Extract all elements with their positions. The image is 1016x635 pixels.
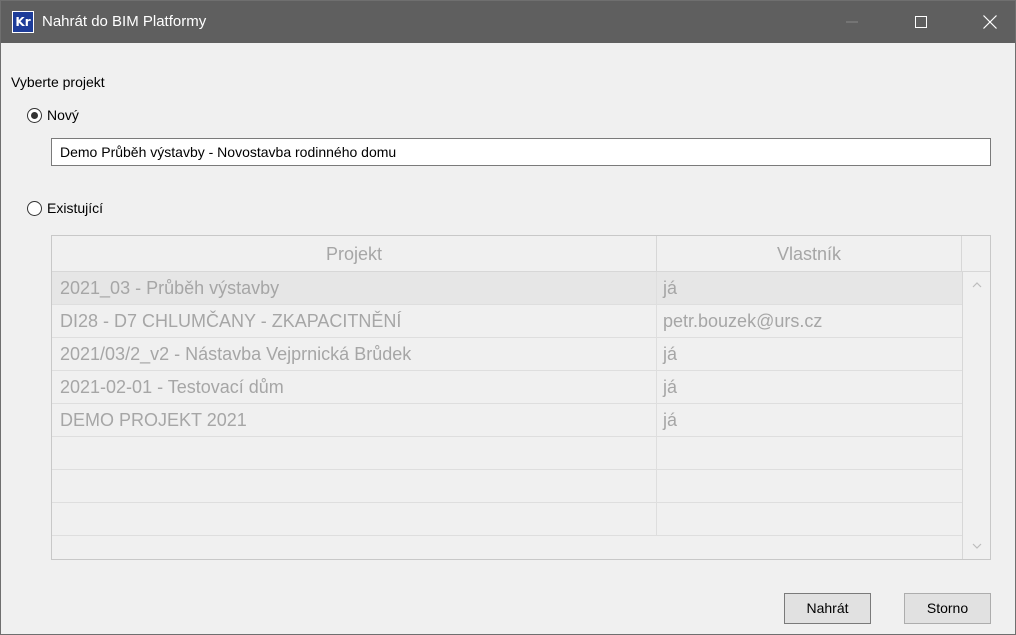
close-button[interactable]: [967, 1, 1013, 43]
close-icon: [983, 15, 997, 29]
column-header-owner[interactable]: Vlastník: [657, 236, 962, 272]
new-project-name-input[interactable]: [51, 138, 991, 166]
chevron-up-icon: [972, 282, 982, 288]
empty-cell: [52, 437, 657, 470]
minimize-icon: [846, 21, 858, 23]
owner-cell: petr.bouzek@urs.cz: [663, 311, 823, 331]
table-row[interactable]: 2021/03/2_v2 - Nástavba Vejprnická Brůde…: [52, 338, 962, 371]
existing-project-radio[interactable]: [27, 201, 42, 216]
column-header-spacer: [962, 236, 990, 272]
window-title: Nahrát do BIM Platformy: [42, 13, 207, 30]
empty-table-row: [52, 437, 962, 470]
empty-cell: [52, 470, 657, 503]
maximize-button[interactable]: [898, 1, 944, 43]
app-logo-icon: Kr: [12, 11, 34, 33]
table-row[interactable]: 2021-02-01 - Testovací dům já: [52, 371, 962, 404]
empty-cell: [52, 503, 657, 536]
project-cell: 2021/03/2_v2 - Nástavba Vejprnická Brůde…: [52, 338, 657, 371]
owner-cell: já: [663, 410, 678, 430]
title-bar[interactable]: Kr Nahrát do BIM Platformy: [1, 1, 1015, 43]
empty-table-row: [52, 503, 962, 536]
existing-project-label[interactable]: Existující: [47, 199, 103, 217]
table-row[interactable]: DEMO PROJEKT 2021 já: [52, 404, 962, 437]
table-body: 2021_03 - Průběh výstavby já DI28 - D7 C…: [52, 272, 962, 536]
upload-dialog: Kr Nahrát do BIM Platformy Vyberte proje…: [0, 0, 1016, 635]
cancel-button[interactable]: Storno: [904, 593, 991, 624]
dialog-content: Vyberte projekt Nový Existující Projekt …: [1, 43, 1015, 634]
vertical-scrollbar[interactable]: [962, 272, 990, 559]
table-row[interactable]: 2021_03 - Průběh výstavby já: [52, 272, 962, 305]
project-cell: DI28 - D7 CHLUMČANY - ZKAPACITNĚNÍ: [52, 305, 657, 338]
table-header: Projekt Vlastník: [52, 236, 990, 272]
owner-cell: já: [663, 278, 678, 298]
new-project-radio[interactable]: [27, 108, 42, 123]
column-header-project[interactable]: Projekt: [52, 236, 657, 272]
project-cell: 2021-02-01 - Testovací dům: [52, 371, 657, 404]
project-cell: 2021_03 - Průběh výstavby: [52, 272, 657, 305]
scroll-up-button[interactable]: [963, 275, 990, 295]
owner-cell: já: [663, 344, 678, 364]
owner-cell: já: [663, 377, 678, 397]
empty-table-row: [52, 470, 962, 503]
table-row[interactable]: DI28 - D7 CHLUMČANY - ZKAPACITNĚNÍ petr.…: [52, 305, 962, 338]
minimize-button[interactable]: [829, 1, 875, 43]
projects-table: Projekt Vlastník 2021_03 - Průběh výstav…: [51, 235, 991, 560]
new-project-label[interactable]: Nový: [47, 106, 79, 124]
project-cell: DEMO PROJEKT 2021: [52, 404, 657, 437]
maximize-icon: [915, 16, 927, 28]
scroll-down-button[interactable]: [963, 536, 990, 556]
chevron-down-icon: [972, 543, 982, 549]
upload-button[interactable]: Nahrát: [784, 593, 871, 624]
select-project-label: Vyberte projekt: [11, 74, 105, 90]
